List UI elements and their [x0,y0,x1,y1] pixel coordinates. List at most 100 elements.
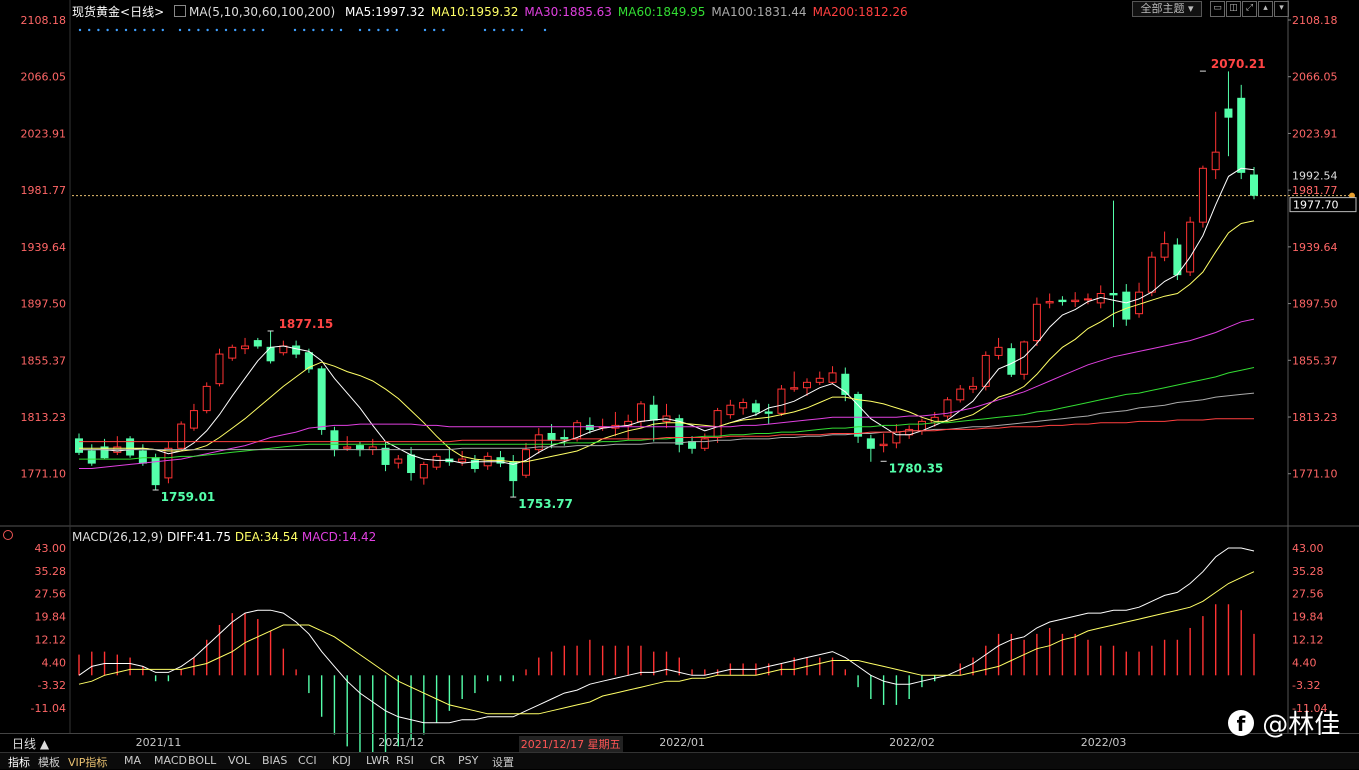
macd-tick-left: 4.40 [42,656,67,669]
candle-up [343,446,352,449]
candle-down [317,368,326,430]
event-dot [143,28,146,32]
ma-value: MA30:1885.63 [524,5,612,19]
indicator-tab[interactable]: VOL [228,754,250,767]
minimize-icon[interactable]: ▭ [1210,1,1225,17]
candle-down [1173,244,1182,276]
price-tick-right: 1771.10 [1292,468,1338,481]
indicator-tab[interactable]: PSY [458,754,478,767]
ma-values: MA5:1997.32 MA10:1959.32 MA30:1885.63 MA60:… [339,5,908,19]
period-selector[interactable]: 日线 ▲ [0,735,66,751]
event-dot [511,28,514,32]
candle-down [1224,108,1233,118]
candle-up [930,416,939,424]
price-tick-right: 1855.37 [1292,354,1338,367]
candle-up [522,449,531,476]
candle-up [189,410,198,429]
ma-params: MA(5,10,30,60,100,200) [188,5,336,19]
event-dot [520,28,523,32]
candle-up [777,388,786,414]
candle-up [956,388,965,401]
macd-tick-left: 12.12 [35,633,67,646]
candle-up [726,404,735,416]
indicator-tab[interactable]: BOLL [188,754,216,767]
macd-dea: DEA:34.54 [234,530,299,544]
event-dot [78,28,82,32]
candle-up [483,455,492,467]
candle-up [828,372,837,383]
event-dot [124,28,128,32]
zoom-icon[interactable]: ⤢ [1242,1,1257,17]
candle-down [547,432,556,441]
period-label[interactable]: <日线> [120,5,164,19]
watermark-text: @林佳 [1262,710,1341,740]
down-icon[interactable]: ▾ [1274,1,1289,17]
event-dot [224,28,228,32]
candle-up [177,423,186,449]
macd-tick-left: 35.28 [35,565,67,578]
candle-down [1058,299,1067,303]
event-dot [321,28,324,32]
candle-up [1135,291,1144,315]
low-label: 1753.77 [518,497,573,511]
panel-settings-icon[interactable] [3,530,13,540]
indicator-tab[interactable]: MA [124,754,141,767]
candle-down [292,345,301,355]
price-tick-left: 1981.77 [21,184,67,197]
date-tick-label: 2022/03 [1080,736,1127,749]
macd-tick-right: 35.28 [1292,565,1324,578]
candle-down [381,447,390,465]
event-dot [97,28,100,32]
indicator-tab[interactable]: RSI [396,754,414,767]
candle-down [560,437,569,440]
event-dot [106,28,109,32]
ma-value: MA10:1959.32 [430,5,519,19]
indicator-tab[interactable]: MACD [154,754,187,767]
indicator-tab[interactable]: LWR [366,754,390,767]
event-dot [442,28,445,32]
restore-icon[interactable]: ◫ [1226,1,1241,17]
facebook-logo-icon: f [1228,710,1254,736]
indicator-tab[interactable]: BIAS [262,754,287,767]
macd-dea-line [78,571,1255,715]
event-dot [206,28,209,32]
candle-up [458,458,467,463]
macd-tick-right: 4.40 [1292,656,1317,669]
candle-up [394,458,403,464]
candle-up [700,438,709,449]
event-dot [502,28,505,32]
event-dot [134,28,137,32]
event-dot [303,28,306,32]
candle-up [202,385,211,412]
indicator-tab[interactable]: CCI [298,754,317,767]
up-icon[interactable]: ▴ [1258,1,1273,17]
event-dot [377,28,380,32]
candle-down [764,411,773,414]
event-dot [339,28,343,32]
event-dot [215,28,218,32]
indicator-tab[interactable]: CR [430,754,445,767]
candle-up [1071,299,1080,303]
price-chart-header: 现货黄金<日线> MA(5,10,30,60,100,200) MA5:1997… [72,3,908,20]
ma-value: MA60:1849.95 [617,5,706,19]
candle-down [854,393,863,437]
price-tick-left: 1813.23 [21,411,67,424]
event-dot [358,28,362,32]
candle-up [419,463,428,479]
event-dot [483,28,487,32]
ma-icon[interactable] [173,5,186,17]
candle-down [87,450,96,464]
price-tick-right: 1897.50 [1292,298,1338,311]
candle-up [1198,167,1207,223]
candle-down [253,340,262,347]
indicator-tab[interactable]: KDJ [332,754,351,767]
event-dot [493,28,496,32]
theme-button[interactable]: 全部主题 ▾ [1132,1,1202,17]
candle-up [241,345,250,350]
date-tick-label: 2022/01 [659,736,705,749]
candle-up [432,455,441,468]
candle-up [1083,298,1092,301]
event-dot [188,28,191,32]
instrument-name: 现货黄金 [72,5,121,19]
candle-up [1211,151,1220,171]
